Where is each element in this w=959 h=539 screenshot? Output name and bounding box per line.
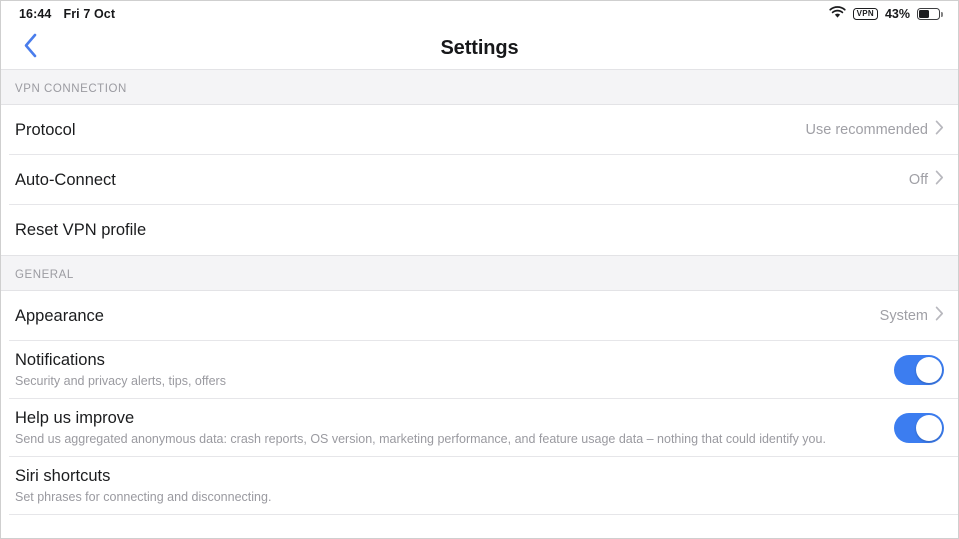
- help-us-improve-toggle-knob: [916, 415, 942, 441]
- row-notifications-title: Notifications: [15, 351, 105, 370]
- row-auto-connect-title: Auto-Connect: [15, 170, 116, 189]
- help-us-improve-toggle[interactable]: [894, 413, 944, 443]
- status-bar-right: VPN 43%: [828, 6, 944, 22]
- navigation-bar: Settings: [1, 27, 958, 69]
- row-auto-connect-value: Off: [908, 172, 928, 188]
- vpn-status-badge: VPN: [852, 8, 878, 20]
- row-siri-shortcuts-title: Siri shortcuts: [15, 467, 111, 486]
- section-header-vpn-connection: VPN CONNECTION: [1, 69, 958, 105]
- row-help-us-improve-accessory: [894, 413, 944, 443]
- row-protocol[interactable]: Protocol Use recommended: [1, 105, 958, 155]
- section-header-general: GENERAL: [1, 255, 958, 291]
- row-help-us-improve-subtitle: Send us aggregated anonymous data: crash…: [15, 431, 826, 446]
- row-notifications-text: Notifications Security and privacy alert…: [15, 341, 882, 399]
- row-siri-shortcuts-text: Siri shortcuts Set phrases for connectin…: [15, 457, 944, 515]
- row-protocol-title: Protocol: [15, 120, 76, 139]
- row-protocol-accessory: Use recommended: [806, 120, 945, 140]
- page-title: Settings: [440, 36, 519, 59]
- chevron-left-icon: [23, 33, 38, 63]
- row-auto-connect-text: Auto-Connect: [15, 161, 897, 200]
- status-date: Fri 7 Oct: [63, 7, 116, 21]
- row-reset-vpn-profile-title: Reset VPN profile: [15, 220, 147, 239]
- chevron-right-icon: [935, 120, 944, 140]
- battery-percent-label: 43%: [884, 7, 910, 21]
- row-protocol-text: Protocol: [15, 111, 794, 150]
- row-notifications-accessory: [894, 355, 944, 385]
- status-bar: 16:44 Fri 7 Oct VPN 43%: [1, 1, 958, 27]
- row-help-us-improve[interactable]: Help us improve Send us aggregated anony…: [1, 399, 958, 457]
- row-notifications[interactable]: Notifications Security and privacy alert…: [1, 341, 958, 399]
- row-partial-below-fold[interactable]: [1, 515, 958, 533]
- row-appearance-title: Appearance: [15, 306, 104, 325]
- row-help-us-improve-title: Help us improve: [15, 409, 135, 428]
- row-auto-connect-accessory: Off: [909, 170, 944, 190]
- row-siri-shortcuts-subtitle: Set phrases for connecting and disconnec…: [15, 489, 272, 504]
- battery-icon: [917, 7, 944, 21]
- row-appearance-text: Appearance: [15, 297, 868, 336]
- row-reset-vpn-profile[interactable]: Reset VPN profile: [1, 205, 958, 255]
- status-bar-left: 16:44 Fri 7 Oct: [19, 7, 115, 21]
- notifications-toggle-knob: [916, 357, 942, 383]
- status-time: 16:44: [19, 7, 52, 21]
- section-rows-vpn-connection: Protocol Use recommended Auto-Connect Of…: [1, 105, 958, 255]
- row-appearance[interactable]: Appearance System: [1, 291, 958, 341]
- chevron-right-icon: [935, 170, 944, 190]
- back-button[interactable]: [8, 27, 52, 69]
- row-help-us-improve-text: Help us improve Send us aggregated anony…: [15, 399, 882, 457]
- app-screen: 16:44 Fri 7 Oct VPN 43% Settings VPN CON…: [0, 0, 959, 539]
- row-appearance-value: System: [879, 308, 928, 324]
- section-rows-general: Appearance System Notifications Security…: [1, 291, 958, 533]
- row-protocol-value: Use recommended: [805, 122, 929, 138]
- row-appearance-accessory: System: [880, 306, 944, 326]
- wifi-icon: [828, 6, 846, 22]
- chevron-right-icon: [935, 306, 944, 326]
- row-auto-connect[interactable]: Auto-Connect Off: [1, 155, 958, 205]
- row-partial-below-fold-text: [15, 524, 944, 525]
- row-reset-vpn-profile-text: Reset VPN profile: [15, 211, 944, 250]
- notifications-toggle[interactable]: [894, 355, 944, 385]
- row-notifications-subtitle: Security and privacy alerts, tips, offer…: [15, 373, 226, 388]
- row-siri-shortcuts[interactable]: Siri shortcuts Set phrases for connectin…: [1, 457, 958, 515]
